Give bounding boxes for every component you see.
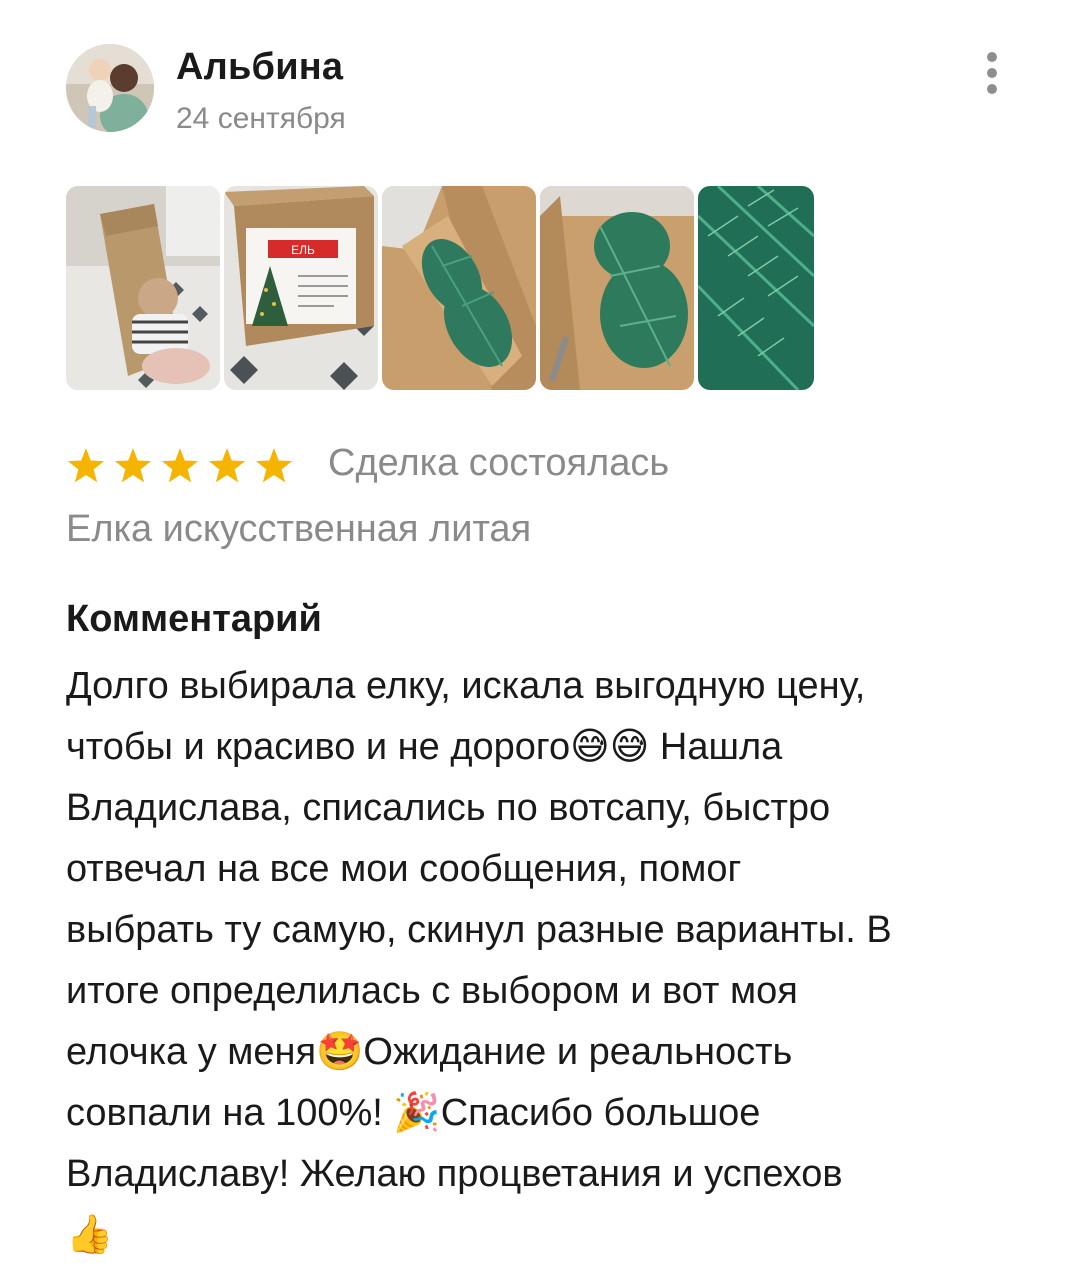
review-photo-1[interactable]: [66, 186, 220, 390]
comment-line: 👍: [66, 1214, 114, 1256]
comment-line: елочка у меня🤩Ожидание и реальность: [66, 1031, 793, 1073]
more-vertical-icon: [987, 52, 997, 62]
more-vertical-icon-dot: [987, 68, 997, 78]
box-label-text: ЕЛЬ: [291, 243, 315, 257]
review-photo-3[interactable]: [382, 186, 536, 390]
product-name[interactable]: Елка искусственная литая: [66, 508, 531, 551]
comment-line: отвечал на все мои сообщения, помог: [66, 848, 742, 890]
rating-stars: [66, 446, 306, 486]
author-name[interactable]: Альбина: [176, 46, 343, 89]
review-photo-5[interactable]: [698, 186, 814, 390]
review-header: Альбина 24 сентября: [66, 44, 1026, 136]
review-date: 24 сентября: [176, 102, 346, 135]
more-options-button[interactable]: [978, 52, 1008, 96]
stars-svg: [67, 448, 293, 483]
user-avatar[interactable]: [66, 44, 154, 132]
star-icon: [255, 448, 293, 483]
comment-line: Владиславу! Желаю процветания и успехов: [66, 1153, 843, 1195]
comment-line: чтобы и красиво и не дорого😅😅 Нашла: [66, 726, 783, 768]
comment-line: Владислава, списались по вотсапу, быстро: [66, 787, 831, 829]
star-icon: [208, 448, 246, 483]
deal-status: Сделка состоялась: [328, 442, 670, 484]
review-photos: ЕЛЬ: [66, 186, 826, 390]
star-icon: [67, 448, 105, 483]
comment-text: Долго выбирала елку, искала выгодную цен…: [66, 656, 1026, 1266]
rating-row: Сделка состоялась: [66, 440, 966, 492]
star-icon: [114, 448, 152, 483]
comment-heading: Комментарий: [66, 598, 322, 640]
star-icon: [161, 448, 199, 483]
comment-line: итоге определилась с выбором и вот моя: [66, 970, 798, 1012]
more-vertical-icon-dot: [987, 84, 997, 94]
comment-line: совпали на 100%! 🎉Спасибо большое: [66, 1092, 761, 1134]
review-photo-2[interactable]: ЕЛЬ: [224, 186, 378, 390]
comment-line: Долго выбирала елку, искала выгодную цен…: [66, 665, 866, 707]
comment-line: выбрать ту самую, скинул разные варианты…: [66, 909, 892, 951]
review-photo-4[interactable]: [540, 186, 694, 390]
